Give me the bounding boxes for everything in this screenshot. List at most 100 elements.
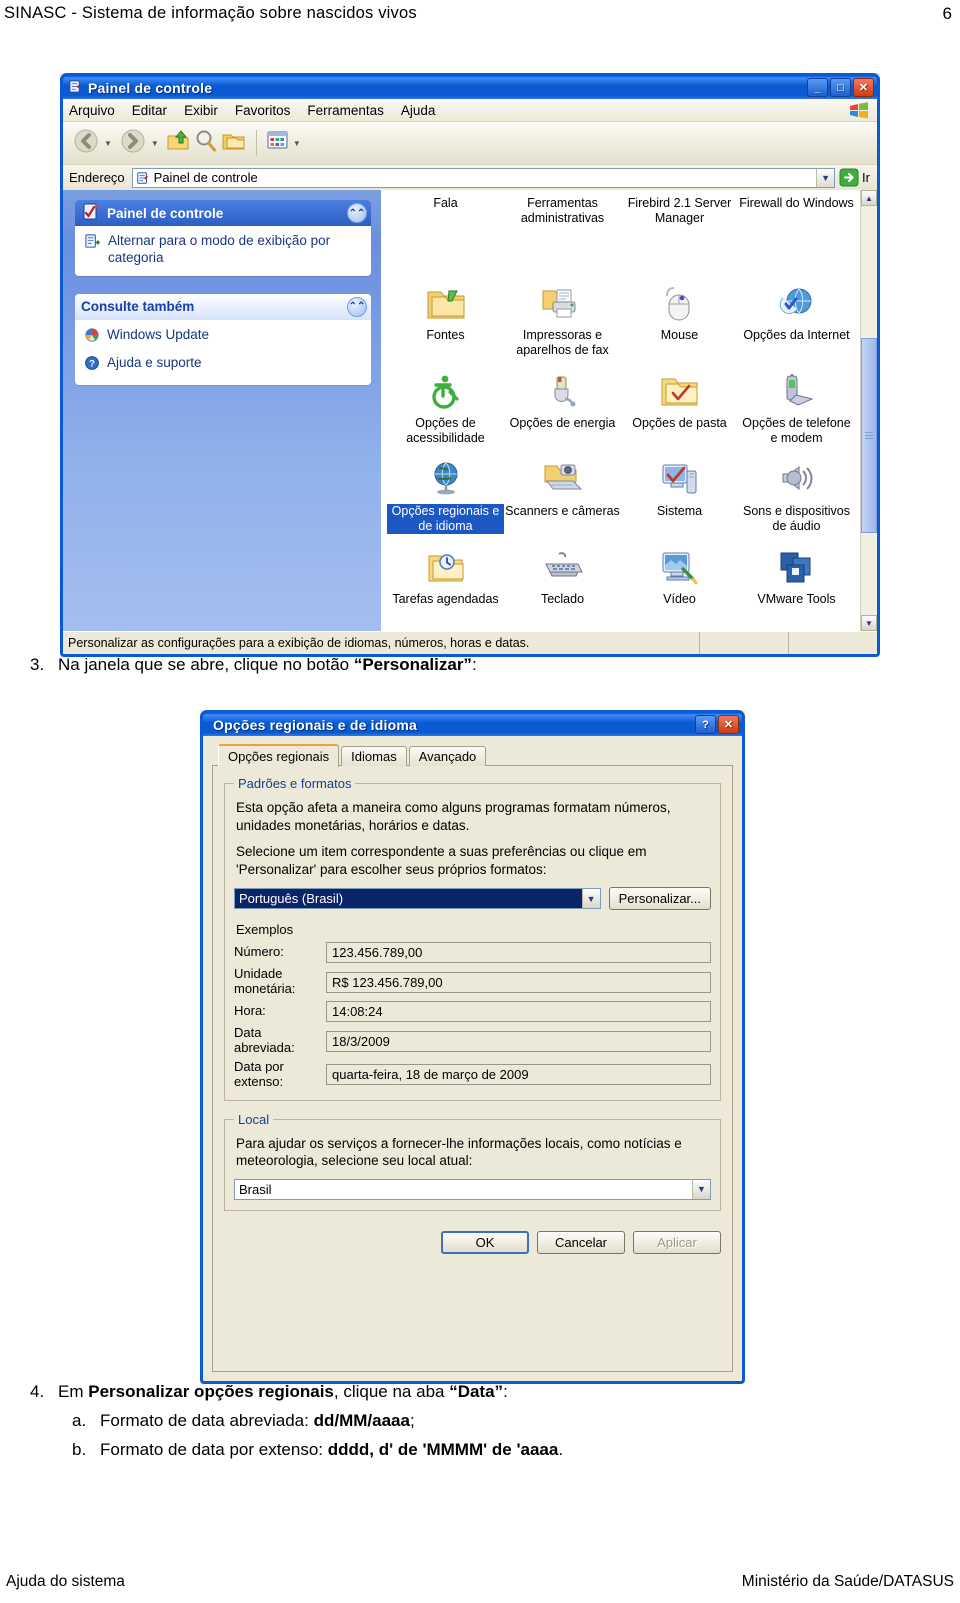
location-combobox[interactable]: Brasil ▼ [234,1178,711,1200]
control-panel-titlebar[interactable]: Painel de controle _ □ ✕ [60,73,880,99]
menu-item-exibir[interactable]: Exibir [184,103,218,118]
chevron-down-icon-location[interactable]: ▼ [692,1179,710,1199]
views-icon[interactable] [266,130,290,157]
close-button[interactable]: ✕ [853,78,874,97]
up-folder-icon[interactable] [165,128,191,159]
status-bar: Personalizar as configurações para a exi… [63,631,877,654]
locale-combobox[interactable]: Português (Brasil) ▼ [234,888,601,910]
cp-item-opcoes-internet[interactable]: Opções da Internet [738,278,855,366]
cp-item-label: Scanners e câmeras [505,504,620,518]
cp-item-vmware-tools[interactable]: VMware Tools [738,542,855,630]
keyboard-icon [541,546,585,590]
chevron-up-icon[interactable]: ⌃⌃ [347,203,367,223]
tab-opcoes-regionais[interactable]: Opções regionais [218,744,340,767]
cp-item-opcoes-regionais-idioma[interactable]: Opções regionais e de idioma [387,454,504,542]
cp-item-telefone-modem[interactable]: Opções de telefone e modem [738,366,855,454]
back-dropdown-icon[interactable]: ▼ [104,139,112,148]
ok-button[interactable]: OK [441,1230,529,1254]
location-group-legend: Local [238,1111,270,1127]
cp-item-firebird-server-manager[interactable]: Firebird 2.1 Server Manager [621,190,738,278]
forward-dropdown-icon[interactable]: ▼ [151,139,159,148]
search-icon[interactable] [193,128,219,159]
sidebar-link-windows-update[interactable]: Windows Update [84,327,363,348]
dialog-tabs: Opções regionais Idiomas Avançado [212,744,733,767]
menu-item-editar[interactable]: Editar [132,103,167,118]
menu-item-ferramentas[interactable]: Ferramentas [307,103,384,118]
maximize-button[interactable]: □ [830,78,851,97]
cp-item-sons-dispositivos-audio[interactable]: Sons e dispositivos de áudio [738,454,855,542]
cp-item-sistema[interactable]: Sistema [621,454,738,542]
dialog-titlebar[interactable]: Opções regionais e de idioma ? ✕ [200,710,745,736]
cp-item-opcoes-pasta[interactable]: Opções de pasta [621,366,738,454]
sidebar-panel1-header[interactable]: Painel de controle ⌃⌃ [75,200,371,226]
cp-item-scanners-cameras[interactable]: Scanners e câmeras [504,454,621,542]
cp-item-label: Ferramentas administrativas [520,196,605,225]
menu-item-ajuda[interactable]: Ajuda [401,103,436,118]
cp-item-opcoes-acessibilidade[interactable]: Opções de acessibilidade [387,366,504,454]
help-button[interactable]: ? [695,715,716,734]
locale-value: Português (Brasil) [235,889,582,909]
cp-item-video[interactable]: Vídeo [621,542,738,630]
computer-check-icon [659,458,701,502]
cancel-button[interactable]: Cancelar [537,1230,625,1254]
help-icon: ? [84,355,100,376]
cp-item-ferramentas-administrativas[interactable]: Ferramentas administrativas [504,190,621,278]
views-dropdown-icon[interactable]: ▼ [293,139,301,148]
dialog-close-button[interactable]: ✕ [718,715,739,734]
cp-item-label: VMware Tools [757,592,836,606]
step-3-text-before: Na janela que se abre, clique no botão [58,655,354,674]
cp-item-tarefas-agendadas[interactable]: Tarefas agendadas [387,542,504,630]
sidebar-panel1-body: Alternar para o modo de exibição por cat… [75,226,371,276]
scroll-up-arrow-icon[interactable]: ▲ [861,190,877,206]
address-bar: Endereço Painel de controle ▼ Ir [63,165,877,191]
control-panel-items-area: Fala Ferramentas administrativas Firebir… [381,190,877,631]
dialog-body: Opções regionais Idiomas Avançado Padrõe… [200,736,745,1384]
tab-avancado[interactable]: Avançado [408,746,487,766]
back-arrow-icon[interactable] [71,127,101,160]
address-dropdown-icon[interactable]: ▼ [816,168,835,187]
vertical-scrollbar[interactable]: ▲ ▼ [860,190,877,631]
sample-row-unidade-monetaria: Unidade monetária: R$ 123.456.789,00 [234,966,711,997]
address-input[interactable]: Painel de controle ▼ [131,167,836,188]
cp-item-fala[interactable]: Fala [387,190,504,278]
menu-item-favoritos[interactable]: Favoritos [235,103,291,118]
sidebar-link-switch-category-view[interactable]: Alternar para o modo de exibição por cat… [84,233,363,267]
cp-item-label: Vídeo [663,592,696,606]
scroll-down-arrow-icon[interactable]: ▼ [861,615,877,631]
go-button[interactable]: Ir [839,168,874,187]
folder-check-icon [658,370,702,414]
minimize-button[interactable]: _ [807,78,828,97]
status-bar-text: Personalizar as configurações para a exi… [63,632,700,654]
cp-item-fontes[interactable]: Fontes [387,278,504,366]
step-4a-number: a. [72,1411,87,1430]
cp-item-firewall-windows[interactable]: Firewall do Windows [738,190,855,278]
cp-item-label: Opções de energia [509,416,616,430]
control-panel-panel-icon [81,202,101,225]
cp-item-label: Opções de telefone e modem [742,416,851,445]
menu-item-arquivo[interactable]: Arquivo [69,103,115,118]
cp-item-mouse[interactable]: Mouse [621,278,738,366]
cp-item-label: Sistema [656,504,703,518]
folders-icon[interactable] [221,128,247,159]
chevron-up-icon-2[interactable]: ⌃⌃ [347,296,367,317]
scrollbar-thumb[interactable] [861,338,877,533]
dialog-button-row: OK Cancelar Aplicar [224,1222,721,1254]
sample-row-hora: Hora: 14:08:24 [234,1001,711,1023]
windows-update-icon [84,327,100,348]
tab-idiomas[interactable]: Idiomas [341,746,407,766]
sample-row-numero: Número: 123.456.789,00 [234,942,711,964]
step-4: 4. Em Personalizar opções regionais, cliq… [30,1382,508,1402]
sidebar-link-help-support[interactable]: ? Ajuda e suporte [84,355,363,376]
cp-item-impressoras-fax[interactable]: Impressoras e aparelhos de fax [504,278,621,366]
chevron-down-icon[interactable]: ▼ [581,889,600,909]
sample-value-data-abreviada: 18/3/2009 [326,1030,711,1052]
cp-item-teclado[interactable]: Teclado [504,542,621,630]
cp-item-opcoes-energia[interactable]: Opções de energia [504,366,621,454]
sidebar-panel2-title: Consulte também [81,299,195,315]
sidebar-panel2-header[interactable]: Consulte também ⌃⌃ [75,293,371,320]
explorer-sidebar: Painel de controle ⌃⌃ Alternar para o mo… [63,190,381,631]
locale-row: Português (Brasil) ▼ Personalizar... [234,887,711,911]
forward-arrow-icon[interactable] [118,127,148,160]
customize-button[interactable]: Personalizar... [608,887,711,911]
page-number: 6 [942,4,952,23]
